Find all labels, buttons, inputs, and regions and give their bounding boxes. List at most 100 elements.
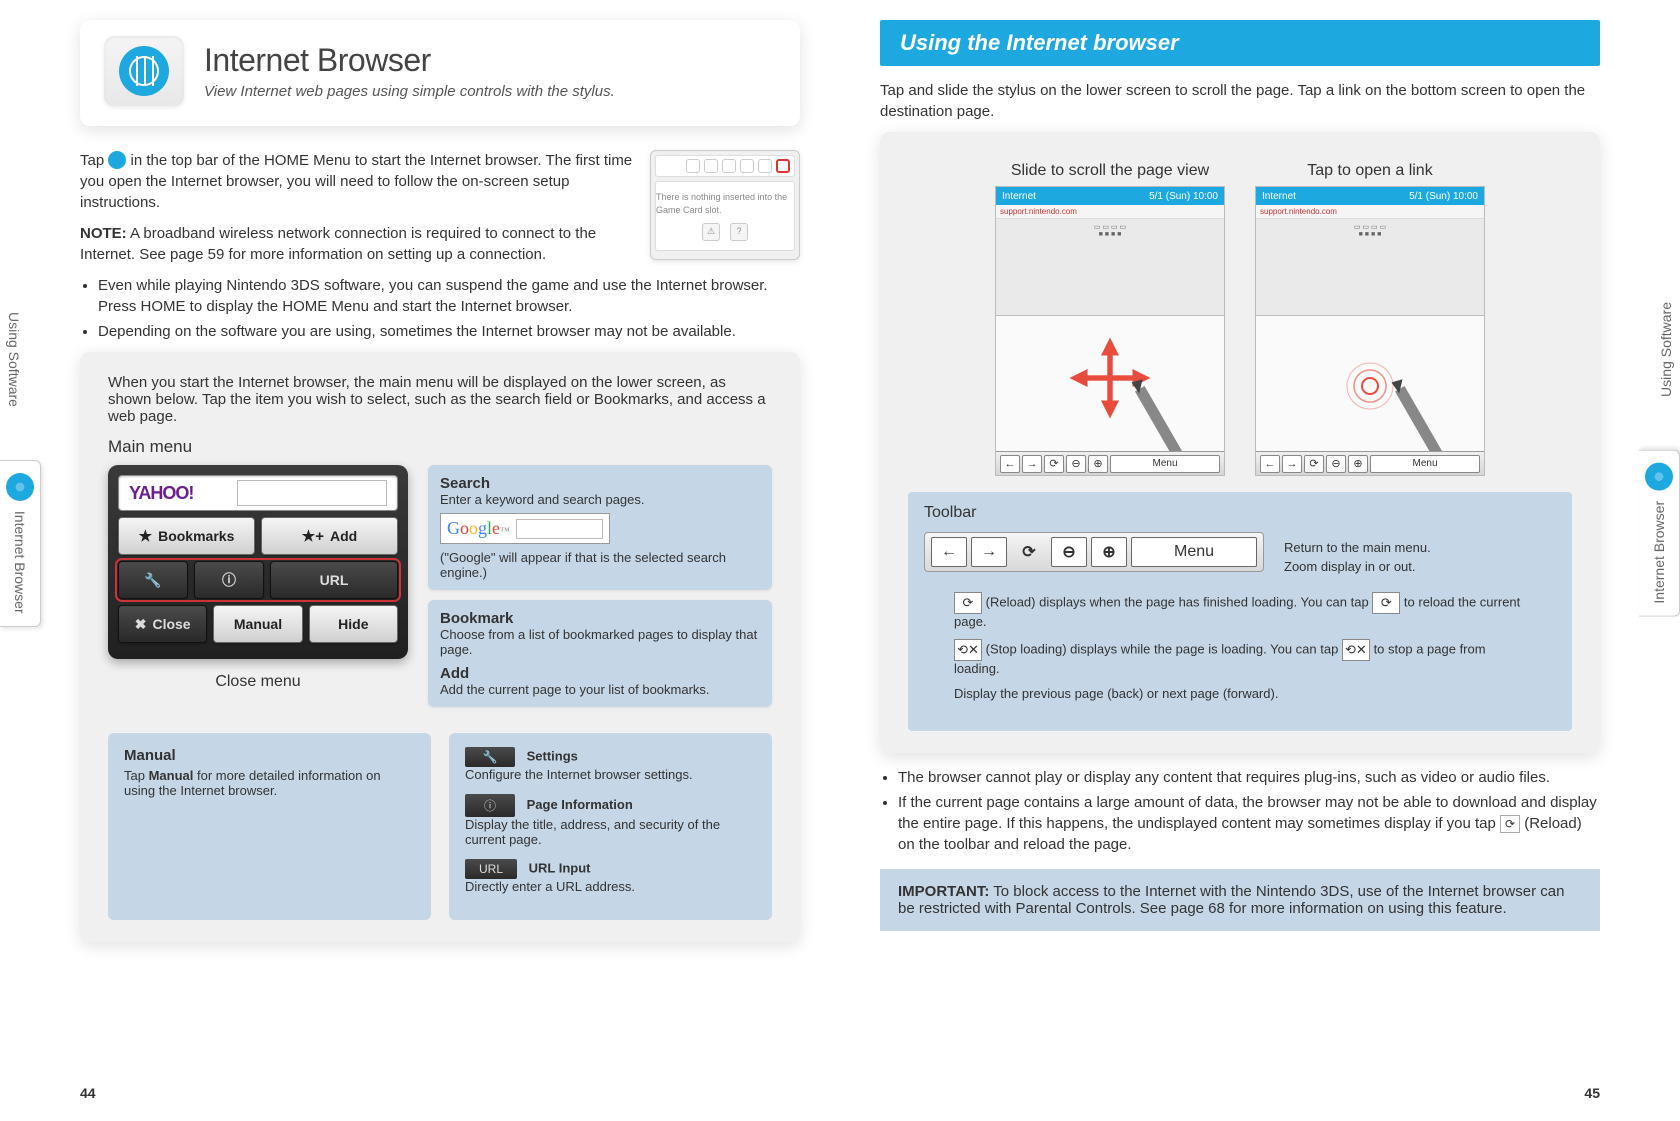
close-icon: ✖ xyxy=(135,616,147,633)
back-button[interactable]: ← xyxy=(931,537,967,567)
browser-main-menu-screenshot: YAHOO! ★ Bookmarks ★+ Add 🔧 ⓘ URL xyxy=(108,465,408,659)
important-text: To block access to the Internet with the… xyxy=(898,883,1564,917)
reload-button[interactable]: ⟳ xyxy=(1044,455,1064,473)
tap-indicator xyxy=(1345,361,1395,415)
limitations-bullets: The browser cannot play or display any c… xyxy=(880,767,1600,855)
menu-button[interactable]: Menu xyxy=(1110,455,1220,473)
wrench-icon: 🔧 xyxy=(144,572,161,589)
home-top-icon xyxy=(686,159,700,173)
search-info-box: Search Enter a keyword and search pages.… xyxy=(428,465,772,590)
info-chip: ⓘ xyxy=(465,794,515,817)
menu-button[interactable]: Menu xyxy=(1131,537,1257,567)
stop-icon: ⟲✕ xyxy=(954,639,982,661)
google-input[interactable] xyxy=(516,519,603,539)
home-body-text: There is nothing inserted into the Game … xyxy=(656,191,794,216)
btn-label: Bookmarks xyxy=(158,528,234,544)
bookmark-info-box: Bookmark Choose from a list of bookmarke… xyxy=(428,600,772,707)
manual-info-box: Manual Tap Manual for more detailed info… xyxy=(108,733,431,920)
page-info-button[interactable]: ⓘ xyxy=(194,561,264,599)
dual-screen-scroll: Internet 5/1 (Sun) 10:00 support.nintendo… xyxy=(995,186,1225,476)
settings-chip: 🔧 xyxy=(465,747,515,767)
btn-label: Close xyxy=(152,616,190,632)
note-text: A broadband wireless network connection … xyxy=(80,225,596,263)
bullet: Depending on the software you are using,… xyxy=(98,321,800,342)
toolbar-explain-card: Toolbar ← → ⟳ ⊖ ⊕ Menu Return to the mai… xyxy=(908,492,1572,731)
url-button[interactable]: URL xyxy=(270,561,398,599)
toolbar-diagram: ← → ⟳ ⊖ ⊕ Menu xyxy=(924,532,1264,572)
hide-button[interactable]: Hide xyxy=(309,605,398,643)
screen-title: Internet xyxy=(1002,191,1036,202)
zoom-in-button[interactable]: ⊕ xyxy=(1348,455,1368,473)
settings-button[interactable]: 🔧 xyxy=(118,561,188,599)
section-banner: Using the Internet browser xyxy=(880,20,1600,66)
box-desc: Directly enter a URL address. xyxy=(465,879,756,894)
forward-button[interactable]: → xyxy=(971,537,1007,567)
note-label: NOTE: xyxy=(80,225,127,242)
box-title: Manual xyxy=(124,747,415,764)
bookmarks-button[interactable]: ★ Bookmarks xyxy=(118,517,255,555)
page-subtitle: View Internet web pages using simple con… xyxy=(204,83,615,100)
shot-label-scroll: Slide to scroll the page view xyxy=(995,162,1225,180)
important-label: IMPORTANT: xyxy=(898,883,989,900)
page-number: 44 xyxy=(80,1085,96,1101)
page-content: ▭ ▭ ▭ ▭■ ■ ■ ■ xyxy=(996,219,1224,242)
search-field[interactable]: YAHOO! xyxy=(118,475,398,511)
site-url: support.nintendo.com xyxy=(996,205,1224,219)
back-button[interactable]: ← xyxy=(1000,455,1020,473)
close-menu-label: Close menu xyxy=(108,673,408,691)
back-button[interactable]: ← xyxy=(1260,455,1280,473)
forward-button[interactable]: → xyxy=(1022,455,1042,473)
globe-icon xyxy=(6,473,34,501)
stop-icon: ⟲✕ xyxy=(1342,639,1370,661)
search-input[interactable] xyxy=(237,480,387,506)
home-top-icon xyxy=(758,159,772,173)
home-top-icon xyxy=(722,159,736,173)
star-plus-icon: ★+ xyxy=(302,527,324,545)
shot-label-tap: Tap to open a link xyxy=(1255,162,1485,180)
globe-icon xyxy=(1645,463,1673,491)
scroll-arrows xyxy=(1065,333,1155,427)
btn-label: Add xyxy=(330,528,357,544)
reload-button[interactable]: ⟳ xyxy=(1011,537,1047,567)
reload-icon: ⟳ xyxy=(954,592,982,614)
star-icon: ★ xyxy=(139,527,152,545)
zoom-out-button[interactable]: ⊖ xyxy=(1066,455,1086,473)
close-button[interactable]: ✖ Close xyxy=(118,605,207,643)
card-intro: When you start the Internet browser, the… xyxy=(108,374,772,425)
zoom-in-button[interactable]: ⊕ xyxy=(1091,537,1127,567)
yahoo-logo: YAHOO! xyxy=(129,483,229,504)
header-icon-box xyxy=(104,36,184,106)
box-title: Bookmark xyxy=(440,610,760,627)
section-intro: Tap and slide the stylus on the lower sc… xyxy=(880,80,1600,122)
page-title: Internet Browser xyxy=(204,42,615,79)
google-search-field[interactable]: Google™ xyxy=(440,513,610,544)
screen-title: Internet xyxy=(1262,191,1296,202)
bullet: If the current page contains a large amo… xyxy=(898,792,1600,855)
screen-time: 5/1 (Sun) 10:00 xyxy=(1149,191,1218,202)
bullet: Even while playing Nintendo 3DS software… xyxy=(98,275,800,317)
globe-icon xyxy=(108,151,126,169)
manual-button[interactable]: Manual xyxy=(213,605,302,643)
box-desc2: ("Google" will appear if that is the sel… xyxy=(440,550,760,580)
add-bookmark-button[interactable]: ★+ Add xyxy=(261,517,398,555)
side-tab-internet-browser: Internet Browser xyxy=(1639,450,1680,617)
forward-button[interactable]: → xyxy=(1282,455,1302,473)
box-desc: Display the title, address, and security… xyxy=(465,817,756,847)
side-tab-using-software: Using Software xyxy=(1652,290,1680,409)
home-menu-screenshot: There is nothing inserted into the Game … xyxy=(650,150,800,260)
stop-text-a: (Stop loading) displays while the page i… xyxy=(986,641,1342,656)
screen-time: 5/1 (Sun) 10:00 xyxy=(1409,191,1478,202)
zoom-out-button[interactable]: ⊖ xyxy=(1326,455,1346,473)
menu-button[interactable]: Menu xyxy=(1370,455,1480,473)
zoom-out-button[interactable]: ⊖ xyxy=(1051,537,1087,567)
box-title: Page Information xyxy=(527,797,633,812)
dual-screen-tap: Internet5/1 (Sun) 10:00 support.nintendo… xyxy=(1255,186,1485,476)
text: If the current page contains a large amo… xyxy=(898,794,1597,832)
zoom-in-button[interactable]: ⊕ xyxy=(1088,455,1108,473)
globe-icon xyxy=(119,46,169,96)
btn-label: Manual xyxy=(234,616,282,632)
google-logo: Google™ xyxy=(447,518,510,539)
reload-button[interactable]: ⟳ xyxy=(1304,455,1324,473)
text-bold: Manual xyxy=(149,768,194,783)
manual-icon: ? xyxy=(730,223,748,241)
